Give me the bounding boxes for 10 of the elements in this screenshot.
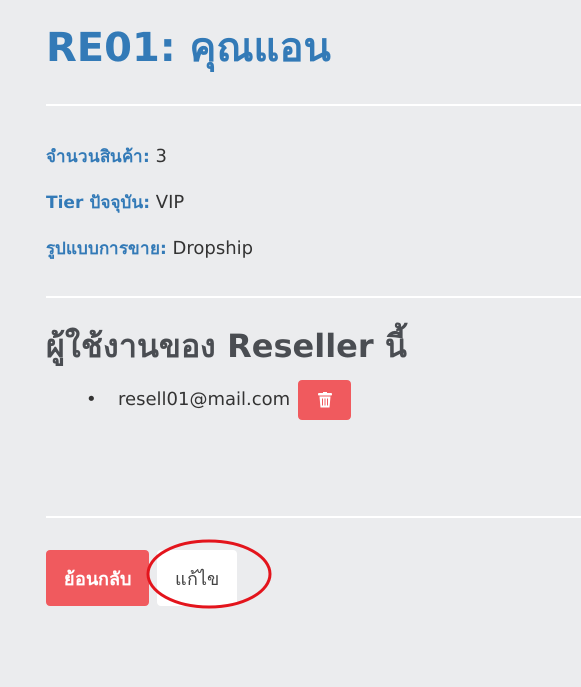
edit-button[interactable]: แก้ไข	[157, 550, 237, 606]
section-heading: ผู้ใช้งานของ Reseller นี้	[46, 322, 581, 370]
page-title: RE01: คุณแอน	[46, 24, 332, 74]
detail-line: จำนวนสินค้า: 3	[46, 145, 168, 169]
detail-line: รูปแบบการขาย: Dropship	[46, 237, 254, 261]
detail-line: Tier ปัจจุบัน: VIP	[46, 191, 186, 215]
delete-button[interactable]	[298, 380, 352, 420]
list-bullet: •	[86, 388, 98, 412]
user-email: resell01@mail.com	[118, 389, 290, 410]
trash-icon	[318, 392, 332, 408]
